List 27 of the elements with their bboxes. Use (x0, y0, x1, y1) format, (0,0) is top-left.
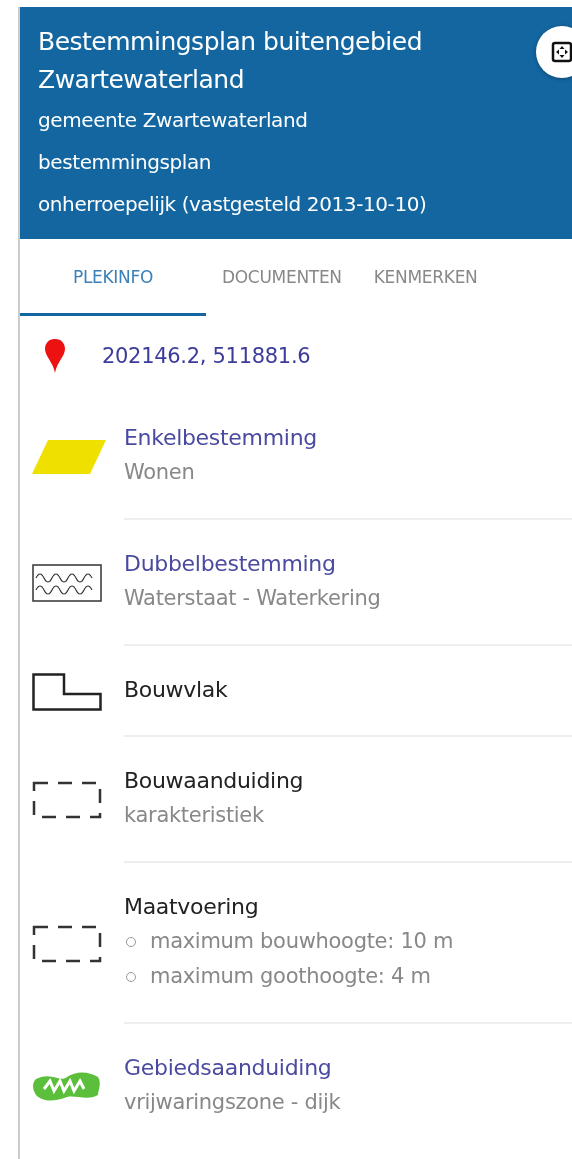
coordinates-link[interactable]: 202146.2, 511881.6 (102, 344, 311, 368)
plan-title: Bestemmingsplan buitengebied Zwartewaterland (38, 26, 424, 96)
dashed-rectangle-icon (32, 924, 102, 963)
category-link[interactable]: Enkelbestemming (124, 420, 572, 455)
category-value: vrijwaringszone - dijk (124, 1089, 342, 1116)
building-outline-icon (32, 672, 102, 711)
map-pin-icon (44, 338, 66, 374)
category-value: maximum bouwhoogte: 10 m (150, 928, 454, 955)
dashed-rectangle-icon (32, 781, 102, 819)
category-link[interactable]: Gebiedsaanduiding (124, 1050, 572, 1085)
expand-icon (551, 41, 572, 63)
plan-detail: onherroepelijk (vastgesteld 2013-10-10) (38, 191, 428, 218)
plan-detail: bestemmingsplan (38, 149, 213, 176)
wave-pattern-icon (32, 564, 102, 602)
category-title: Bouwvlak (124, 676, 229, 704)
category-title: Maatvoering (124, 893, 260, 921)
category-title: Bouwaanduiding (124, 767, 305, 795)
category-value: Waterstaat - Waterkering (124, 585, 382, 612)
plan-detail: gemeente Zwartewaterland (38, 107, 309, 134)
tab[interactable]: DOCUMENTEN (206, 239, 358, 316)
category-link[interactable]: Dubbelbestemming (124, 546, 572, 581)
tab[interactable]: PLEKINFO (20, 239, 206, 316)
parallelogram-icon (32, 440, 106, 474)
category-value: maximum goothoogte: 4 m (150, 963, 431, 990)
category-value: karakteristiek (124, 802, 265, 829)
category-value: Wonen (124, 459, 196, 486)
tab[interactable]: KENMERKEN (357, 239, 494, 316)
